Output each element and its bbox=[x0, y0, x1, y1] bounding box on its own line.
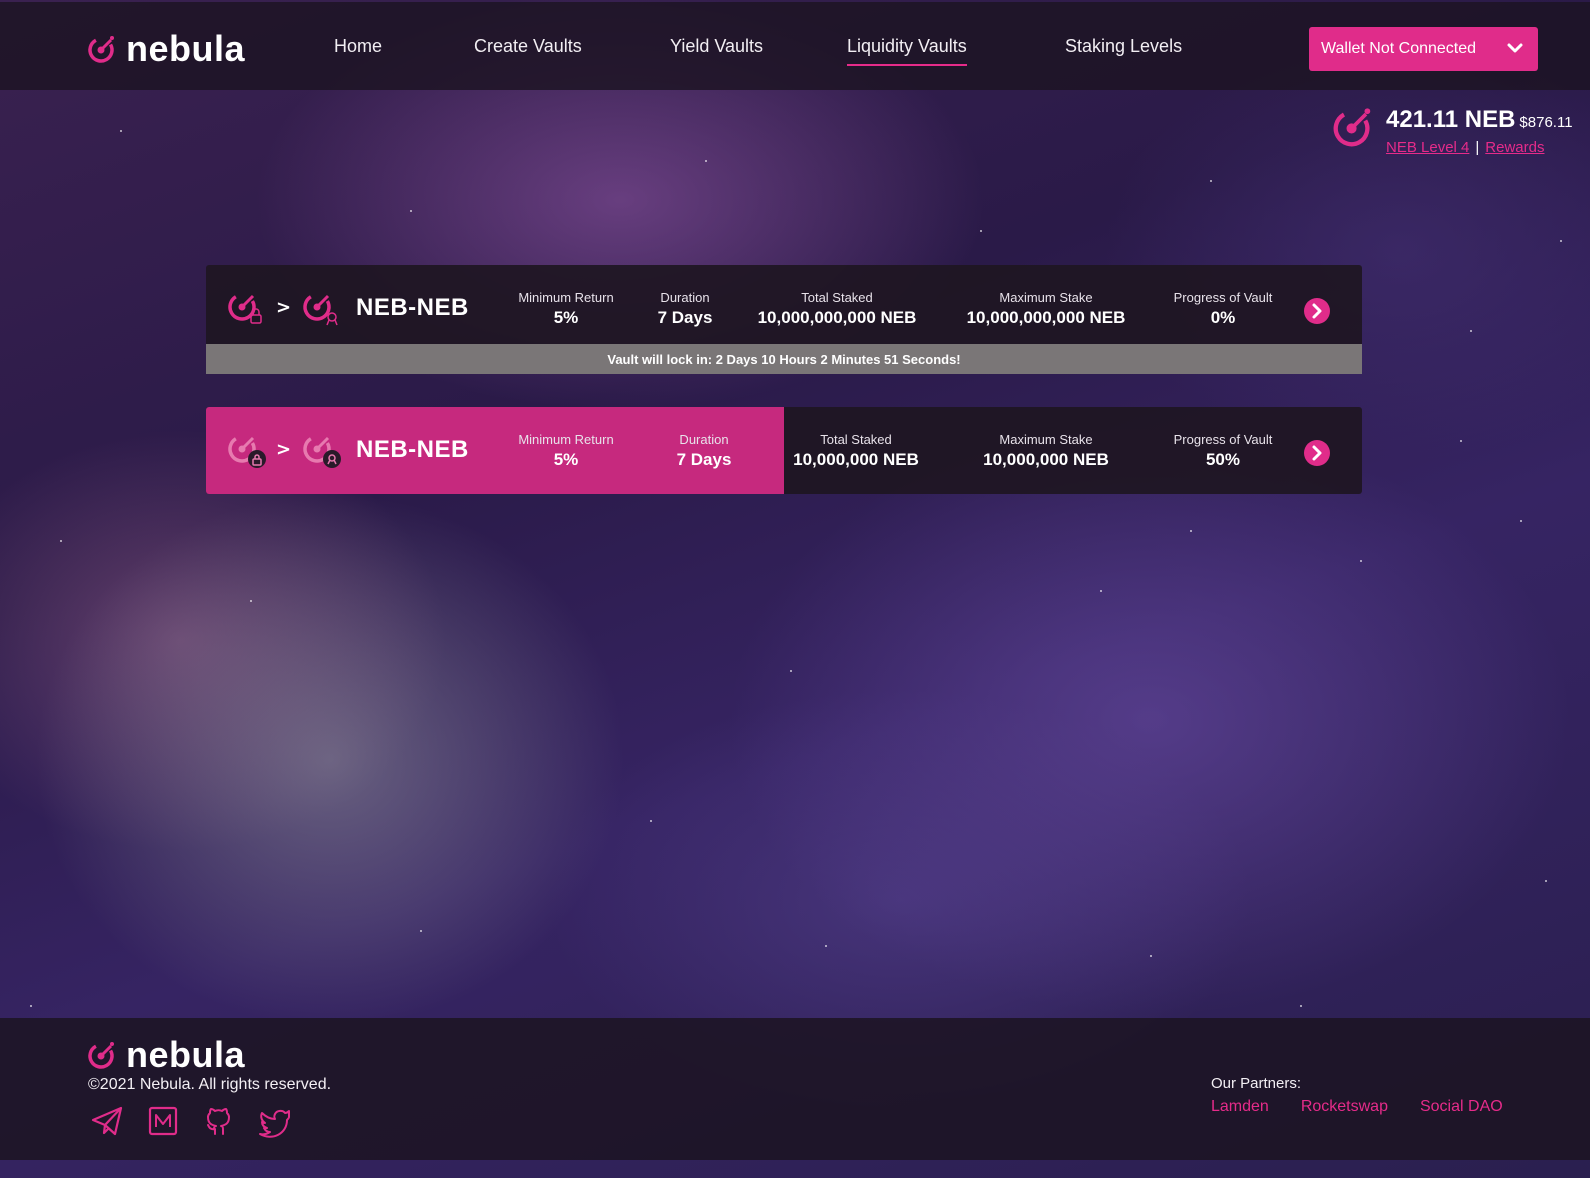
vault-arrow: > bbox=[276, 438, 292, 460]
stat-value: 10,000,000,000 NEB bbox=[966, 308, 1126, 327]
chevron-down-icon bbox=[1507, 43, 1523, 53]
rewards-link[interactable]: Rewards bbox=[1485, 139, 1544, 156]
github-icon[interactable] bbox=[202, 1104, 236, 1138]
stat-minimum-return: Minimum Return 5% bbox=[518, 290, 613, 328]
vault-card-2[interactable]: > NEB-NEB Minimum Return 5% Duration 7 D… bbox=[206, 407, 1362, 494]
nav-staking-levels[interactable]: Staking Levels bbox=[1065, 36, 1182, 64]
stat-duration: Duration 7 Days bbox=[677, 432, 732, 470]
neb-balance-widget: 421.11 NEB $876.11 NEB Level 4 | Rewards bbox=[1330, 102, 1573, 158]
partner-links: Lamden Rocketswap Social DAO bbox=[1211, 1098, 1503, 1116]
stat-label: Minimum Return bbox=[518, 290, 614, 305]
nebula-logo-icon bbox=[88, 1042, 114, 1069]
partner-link-social-dao[interactable]: Social DAO bbox=[1420, 1098, 1503, 1116]
chevron-right-icon[interactable] bbox=[1303, 439, 1331, 467]
stat-label: Maximum Stake bbox=[999, 290, 1093, 305]
nebula-token-icon bbox=[1333, 108, 1371, 147]
nebula-logo-icon bbox=[88, 36, 114, 63]
nav-home[interactable]: Home bbox=[334, 36, 382, 64]
vault-card-1[interactable]: > NEB-NEB Minimum Return 5% Duration 7 D… bbox=[206, 265, 1362, 352]
wallet-status-label: Wallet Not Connected bbox=[1321, 40, 1477, 57]
stat-label: Duration bbox=[679, 432, 729, 447]
stat-maximum-stake: Maximum Stake 10,000,000 NEB bbox=[983, 432, 1109, 470]
partner-link-lamden[interactable]: Lamden bbox=[1211, 1098, 1269, 1116]
brand-name: nebula bbox=[126, 1034, 246, 1075]
vault-pair-name: NEB-NEB bbox=[356, 294, 469, 321]
vault-pair-name: NEB-NEB bbox=[356, 436, 469, 463]
stat-value: 7 Days bbox=[676, 450, 732, 469]
vault-token-icons: > bbox=[226, 287, 341, 327]
vault-arrow: > bbox=[276, 296, 292, 318]
partner-link-rocketswap[interactable]: Rocketswap bbox=[1301, 1098, 1388, 1116]
chevron-right-icon[interactable] bbox=[1303, 297, 1331, 325]
stat-progress: Progress of Vault 50% bbox=[1174, 432, 1273, 470]
balance-links: NEB Level 4 | Rewards bbox=[1386, 139, 1544, 156]
footer-logo[interactable]: nebula bbox=[86, 1034, 245, 1076]
copyright-text: ©2021 Nebula. All rights reserved. bbox=[88, 1076, 332, 1093]
stat-label: Total Staked bbox=[801, 290, 873, 305]
stat-maximum-stake: Maximum Stake 10,000,000,000 NEB bbox=[967, 290, 1126, 328]
stat-total-staked: Total Staked 10,000,000 NEB bbox=[793, 432, 919, 470]
reward-token-icon bbox=[303, 435, 342, 468]
stat-value: 10,000,000 NEB bbox=[793, 450, 919, 469]
stat-label: Progress of Vault bbox=[1173, 432, 1273, 447]
nav-yield-vaults[interactable]: Yield Vaults bbox=[670, 36, 763, 64]
nav-liquidity-vaults[interactable]: Liquidity Vaults bbox=[847, 36, 967, 66]
stat-progress: Progress of Vault 0% bbox=[1174, 290, 1273, 328]
stat-value: 0% bbox=[1210, 308, 1236, 327]
stat-value: 5% bbox=[553, 308, 579, 327]
vault-token-icons: > bbox=[226, 429, 342, 469]
page-footer: nebula ©2021 Nebula. All rights reserved… bbox=[0, 1018, 1590, 1160]
link-separator: | bbox=[1475, 139, 1480, 156]
reward-token-icon bbox=[303, 293, 338, 326]
stat-label: Progress of Vault bbox=[1173, 290, 1273, 305]
neb-balance-amount: 421.11 NEB $876.11 bbox=[1386, 106, 1573, 134]
stat-value: 7 Days bbox=[657, 308, 713, 327]
nav-create-vaults[interactable]: Create Vaults bbox=[474, 36, 582, 64]
neb-level-link[interactable]: NEB Level 4 bbox=[1386, 139, 1469, 156]
stat-value: 5% bbox=[553, 450, 579, 469]
stat-value: 50% bbox=[1205, 450, 1241, 469]
wallet-connect-button[interactable]: Wallet Not Connected bbox=[1309, 27, 1538, 71]
neb-usd-value: $876.11 bbox=[1519, 114, 1573, 131]
social-links bbox=[90, 1104, 292, 1138]
medium-icon[interactable] bbox=[146, 1104, 180, 1138]
neb-amount: 421.11 NEB bbox=[1386, 106, 1516, 133]
locked-token-icon bbox=[228, 293, 262, 324]
partners-heading: Our Partners: bbox=[1211, 1075, 1302, 1092]
nebula-logo[interactable]: nebula bbox=[86, 28, 245, 70]
twitter-icon[interactable] bbox=[258, 1104, 292, 1138]
stat-label: Total Staked bbox=[820, 432, 892, 447]
stat-label: Maximum Stake bbox=[999, 432, 1093, 447]
stat-value: 10,000,000 NEB bbox=[983, 450, 1109, 469]
starfield-background bbox=[0, 0, 1590, 1178]
stat-value: 10,000,000,000 NEB bbox=[757, 308, 917, 327]
vault-lock-countdown: Vault will lock in: 2 Days 10 Hours 2 Mi… bbox=[206, 344, 1362, 374]
stat-minimum-return: Minimum Return 5% bbox=[518, 432, 613, 470]
stat-duration: Duration 7 Days bbox=[658, 290, 713, 328]
telegram-icon[interactable] bbox=[90, 1104, 124, 1138]
top-navbar: nebula Home Create Vaults Yield Vaults L… bbox=[0, 2, 1590, 90]
locked-token-icon bbox=[228, 435, 266, 468]
stat-label: Minimum Return bbox=[518, 432, 614, 447]
stat-label: Duration bbox=[660, 290, 710, 305]
stat-total-staked: Total Staked 10,000,000,000 NEB bbox=[758, 290, 917, 328]
brand-name: nebula bbox=[126, 28, 246, 69]
